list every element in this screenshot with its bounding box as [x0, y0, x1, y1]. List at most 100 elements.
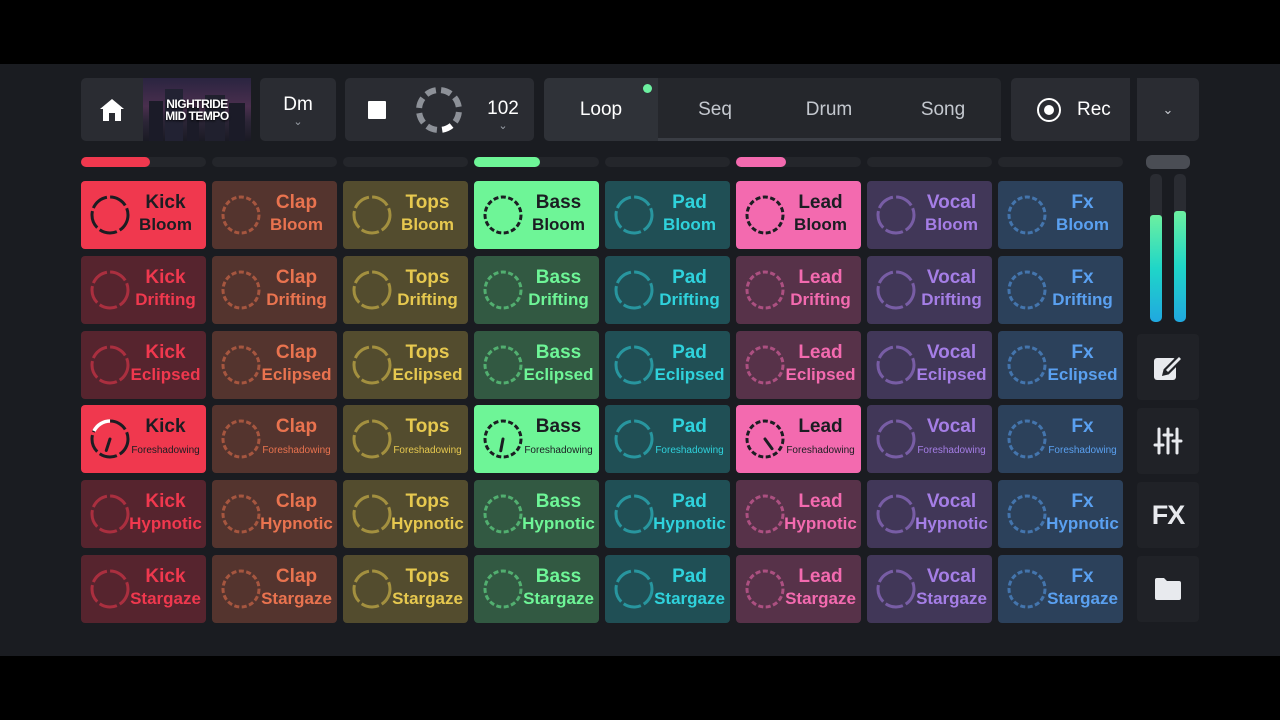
- clip-tops-stargaze[interactable]: Tops Stargaze: [343, 555, 468, 623]
- clip-scene-name: Eclipsed: [654, 365, 725, 384]
- clip-track-name: Kick: [145, 566, 186, 587]
- track-progress-fill: [81, 157, 150, 167]
- clip-vocal-eclipsed[interactable]: Vocal Eclipsed: [867, 331, 992, 399]
- clip-bass-hypnotic[interactable]: Bass Hypnotic: [474, 480, 599, 548]
- clip-bass-eclipsed[interactable]: Bass Eclipsed: [474, 331, 599, 399]
- clip-bass-stargaze[interactable]: Bass Stargaze: [474, 555, 599, 623]
- mixer-icon: [1153, 427, 1183, 455]
- clip-lead-bloom[interactable]: Lead Bloom: [736, 181, 861, 249]
- clip-pad-hypnotic[interactable]: Pad Hypnotic: [605, 480, 730, 548]
- clip-vocal-foreshadowing[interactable]: Vocal Foreshadowing: [867, 405, 992, 473]
- clip-clap-eclipsed[interactable]: Clap Eclipsed: [212, 331, 337, 399]
- more-menu-button[interactable]: ⌄: [1137, 78, 1199, 141]
- clip-lead-eclipsed[interactable]: Lead Eclipsed: [736, 331, 861, 399]
- clip-pad-eclipsed[interactable]: Pad Eclipsed: [605, 331, 730, 399]
- clip-clap-bloom[interactable]: Clap Bloom: [212, 181, 337, 249]
- clip-fx-hypnotic[interactable]: Fx Hypnotic: [998, 480, 1123, 548]
- clip-track-name: Clap: [275, 416, 318, 437]
- clip-kick-foreshadowing[interactable]: Kick Foreshadowing: [81, 405, 206, 473]
- clip-pad-drifting[interactable]: Pad Drifting: [605, 256, 730, 324]
- clip-vocal-drifting[interactable]: Vocal Drifting: [867, 256, 992, 324]
- chevron-down-icon: ⌄: [1162, 101, 1174, 117]
- clip-track-name: Fx: [1071, 267, 1094, 288]
- tab-song[interactable]: Song: [886, 78, 1000, 141]
- clip-tops-hypnotic[interactable]: Tops Hypnotic: [343, 480, 468, 548]
- key-selector[interactable]: Dm ⌄: [260, 78, 336, 141]
- clip-vocal-hypnotic[interactable]: Vocal Hypnotic: [867, 480, 992, 548]
- clip-lead-foreshadowing[interactable]: Lead Foreshadowing: [736, 405, 861, 473]
- clip-fx-stargaze[interactable]: Fx Stargaze: [998, 555, 1123, 623]
- clip-scene-name: Drifting: [659, 290, 720, 309]
- clip-track-name: Bass: [535, 566, 582, 587]
- clip-lead-drifting[interactable]: Lead Drifting: [736, 256, 861, 324]
- clip-scene-name: Hypnotic: [1046, 514, 1119, 533]
- clip-scene-name: Foreshadowing: [917, 445, 986, 456]
- clip-bass-foreshadowing[interactable]: Bass Foreshadowing: [474, 405, 599, 473]
- clip-clap-stargaze[interactable]: Clap Stargaze: [212, 555, 337, 623]
- clip-vocal-stargaze[interactable]: Vocal Stargaze: [867, 555, 992, 623]
- clip-track-name: Kick: [145, 342, 186, 363]
- clip-vocal-bloom[interactable]: Vocal Bloom: [867, 181, 992, 249]
- folder-button[interactable]: [1137, 556, 1199, 622]
- clip-track-name: Tops: [405, 192, 450, 213]
- clip-clap-hypnotic[interactable]: Clap Hypnotic: [212, 480, 337, 548]
- clip-pad-foreshadowing[interactable]: Pad Foreshadowing: [605, 405, 730, 473]
- clip-scene-name: Stargaze: [654, 589, 725, 608]
- clip-track-name: Pad: [672, 192, 707, 213]
- tempo-selector[interactable]: 102 ⌄: [481, 98, 525, 132]
- clip-kick-drifting[interactable]: Kick Drifting: [81, 256, 206, 324]
- clip-lead-hypnotic[interactable]: Lead Hypnotic: [736, 480, 861, 548]
- clip-bass-drifting[interactable]: Bass Drifting: [474, 256, 599, 324]
- track-progress-lead: [736, 157, 861, 167]
- clip-tops-bloom[interactable]: Tops Bloom: [343, 181, 468, 249]
- clip-kick-hypnotic[interactable]: Kick Hypnotic: [81, 480, 206, 548]
- clip-kick-eclipsed[interactable]: Kick Eclipsed: [81, 331, 206, 399]
- clip-tops-eclipsed[interactable]: Tops Eclipsed: [343, 331, 468, 399]
- stop-button[interactable]: [368, 101, 386, 119]
- clip-fx-bloom[interactable]: Fx Bloom: [998, 181, 1123, 249]
- clip-track-name: Bass: [535, 267, 582, 288]
- clip-pad-stargaze[interactable]: Pad Stargaze: [605, 555, 730, 623]
- clip-kick-stargaze[interactable]: Kick Stargaze: [81, 555, 206, 623]
- home-button[interactable]: [81, 78, 143, 141]
- tempo-dial-icon[interactable]: [413, 84, 465, 136]
- tab-drum[interactable]: Drum: [772, 78, 886, 141]
- master-volume-knob[interactable]: [1146, 155, 1190, 169]
- clip-scene-name: Stargaze: [785, 589, 856, 608]
- clip-scene-name: Foreshadowing: [131, 445, 200, 456]
- clip-fx-eclipsed[interactable]: Fx Eclipsed: [998, 331, 1123, 399]
- track-progress-fill: [736, 157, 786, 167]
- clip-lead-stargaze[interactable]: Lead Stargaze: [736, 555, 861, 623]
- fx-button[interactable]: FX: [1137, 482, 1199, 548]
- clip-kick-bloom[interactable]: Kick Bloom: [81, 181, 206, 249]
- edit-button[interactable]: [1137, 334, 1199, 400]
- clip-track-name: Lead: [798, 342, 843, 363]
- clip-clap-foreshadowing[interactable]: Clap Foreshadowing: [212, 405, 337, 473]
- clip-scene-name: Stargaze: [1047, 589, 1118, 608]
- clip-tops-drifting[interactable]: Tops Drifting: [343, 256, 468, 324]
- record-button[interactable]: Rec: [1011, 78, 1130, 141]
- track-progress-vocal: [867, 157, 992, 167]
- clip-tops-foreshadowing[interactable]: Tops Foreshadowing: [343, 405, 468, 473]
- track-progress-fx: [998, 157, 1123, 167]
- track-progress-clap: [212, 157, 337, 167]
- clip-fx-foreshadowing[interactable]: Fx Foreshadowing: [998, 405, 1123, 473]
- clip-clap-drifting[interactable]: Clap Drifting: [212, 256, 337, 324]
- clip-track-name: Vocal: [926, 491, 977, 512]
- mixer-button[interactable]: [1137, 408, 1199, 474]
- clip-bass-bloom[interactable]: Bass Bloom: [474, 181, 599, 249]
- clip-track-name: Fx: [1071, 416, 1094, 437]
- project-thumbnail[interactable]: NIGHTRIDE MID TEMPO: [143, 78, 251, 141]
- clip-track-name: Vocal: [926, 192, 977, 213]
- level-meter-left: [1150, 174, 1162, 322]
- clip-track-name: Bass: [535, 342, 582, 363]
- tab-loop[interactable]: Loop: [544, 78, 658, 141]
- clip-track-name: Kick: [145, 491, 186, 512]
- tab-seq[interactable]: Seq: [658, 78, 772, 141]
- clip-fx-drifting[interactable]: Fx Drifting: [998, 256, 1123, 324]
- clip-scene-name: Eclipsed: [261, 365, 332, 384]
- clip-scene-name: Foreshadowing: [524, 445, 593, 456]
- clip-pad-bloom[interactable]: Pad Bloom: [605, 181, 730, 249]
- clip-track-name: Tops: [405, 267, 450, 288]
- clip-track-name: Tops: [405, 491, 450, 512]
